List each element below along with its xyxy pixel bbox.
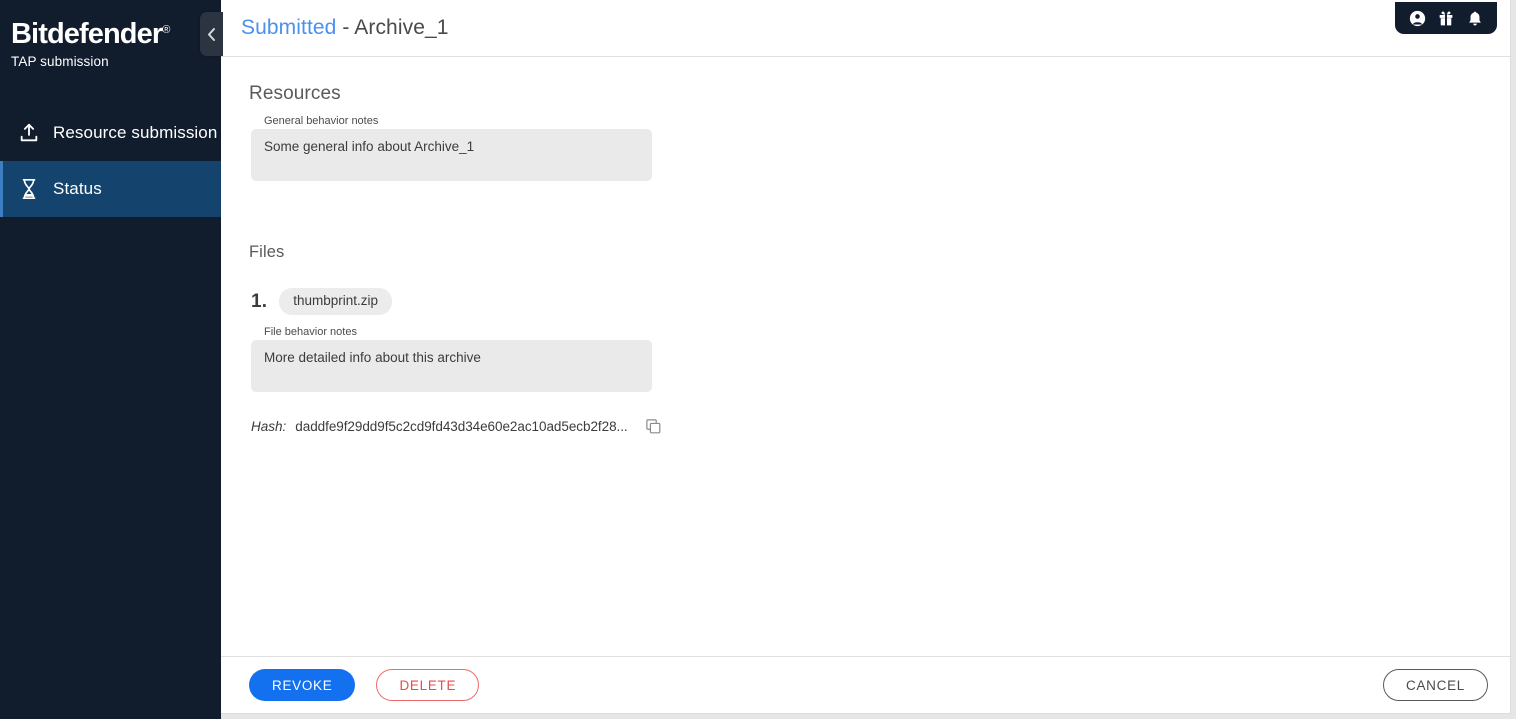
brand-block: Bitdefender® TAP submission — [0, 0, 221, 71]
account-icon[interactable] — [1408, 9, 1426, 27]
brand-subtitle: TAP submission — [11, 53, 221, 71]
copy-icon[interactable] — [644, 416, 664, 436]
sidebar-nav: Resource submission Status — [0, 105, 221, 217]
upload-icon — [16, 120, 42, 146]
file-index: 1. — [251, 291, 267, 313]
cancel-button[interactable]: CANCEL — [1383, 669, 1488, 701]
revoke-button[interactable]: REVOKE — [249, 669, 355, 701]
hash-value: daddfe9f29dd9f5c2cd9fd43d34e60e2ac10ad5e… — [295, 419, 627, 434]
hourglass-icon — [16, 176, 42, 202]
files-section-title: Files — [249, 243, 1510, 262]
sidebar: Bitdefender® TAP submission Resource sub… — [0, 0, 221, 719]
bitdefender-logo: Bitdefender® — [11, 13, 221, 51]
sidebar-item-resource-submission[interactable]: Resource submission — [0, 105, 221, 161]
section-spacer — [249, 181, 1510, 243]
sidebar-item-status[interactable]: Status — [0, 161, 221, 217]
file-name-chip[interactable]: thumbprint.zip — [279, 288, 392, 315]
chevron-left-icon — [206, 27, 217, 42]
registered-mark: ® — [162, 24, 170, 36]
content-card: Submitted - Archive_1 — [221, 0, 1511, 714]
resources-section-title: Resources — [249, 83, 1510, 105]
page-title: Submitted - Archive_1 — [241, 16, 449, 40]
file-behavior-notes-label: File behavior notes — [251, 325, 652, 339]
brand-name: Bitdefender — [11, 18, 162, 50]
general-behavior-notes-group: General behavior notes Some general info… — [251, 114, 652, 181]
file-list-item: 1. thumbprint.zip File behavior notes Mo… — [249, 288, 1510, 436]
page-footer: REVOKE DELETE CANCEL — [221, 656, 1510, 713]
hash-label: Hash: — [251, 419, 286, 434]
header-actions — [1395, 2, 1497, 34]
page-body: Resources General behavior notes Some ge… — [221, 57, 1510, 656]
file-behavior-notes-input[interactable]: More detailed info about this archive — [251, 340, 652, 392]
delete-button[interactable]: DELETE — [376, 669, 479, 701]
page-header: Submitted - Archive_1 — [221, 0, 1510, 57]
app-root: Bitdefender® TAP submission Resource sub… — [0, 0, 1516, 719]
file-row: 1. thumbprint.zip — [251, 288, 1510, 315]
page-title-rest: - Archive_1 — [336, 16, 448, 39]
general-behavior-notes-input[interactable]: Some general info about Archive_1 — [251, 129, 652, 181]
bell-icon[interactable] — [1466, 9, 1484, 27]
sidebar-collapse-button[interactable] — [200, 12, 223, 56]
file-behavior-notes-group: File behavior notes More detailed info a… — [251, 325, 652, 392]
status-label: Submitted — [241, 16, 336, 39]
main-area: Submitted - Archive_1 — [221, 0, 1516, 719]
sidebar-item-label: Status — [53, 179, 102, 199]
gift-icon[interactable] — [1437, 9, 1455, 27]
hash-row: Hash: daddfe9f29dd9f5c2cd9fd43d34e60e2ac… — [251, 416, 1510, 436]
sidebar-item-label: Resource submission — [53, 123, 217, 143]
general-behavior-notes-label: General behavior notes — [251, 114, 652, 128]
